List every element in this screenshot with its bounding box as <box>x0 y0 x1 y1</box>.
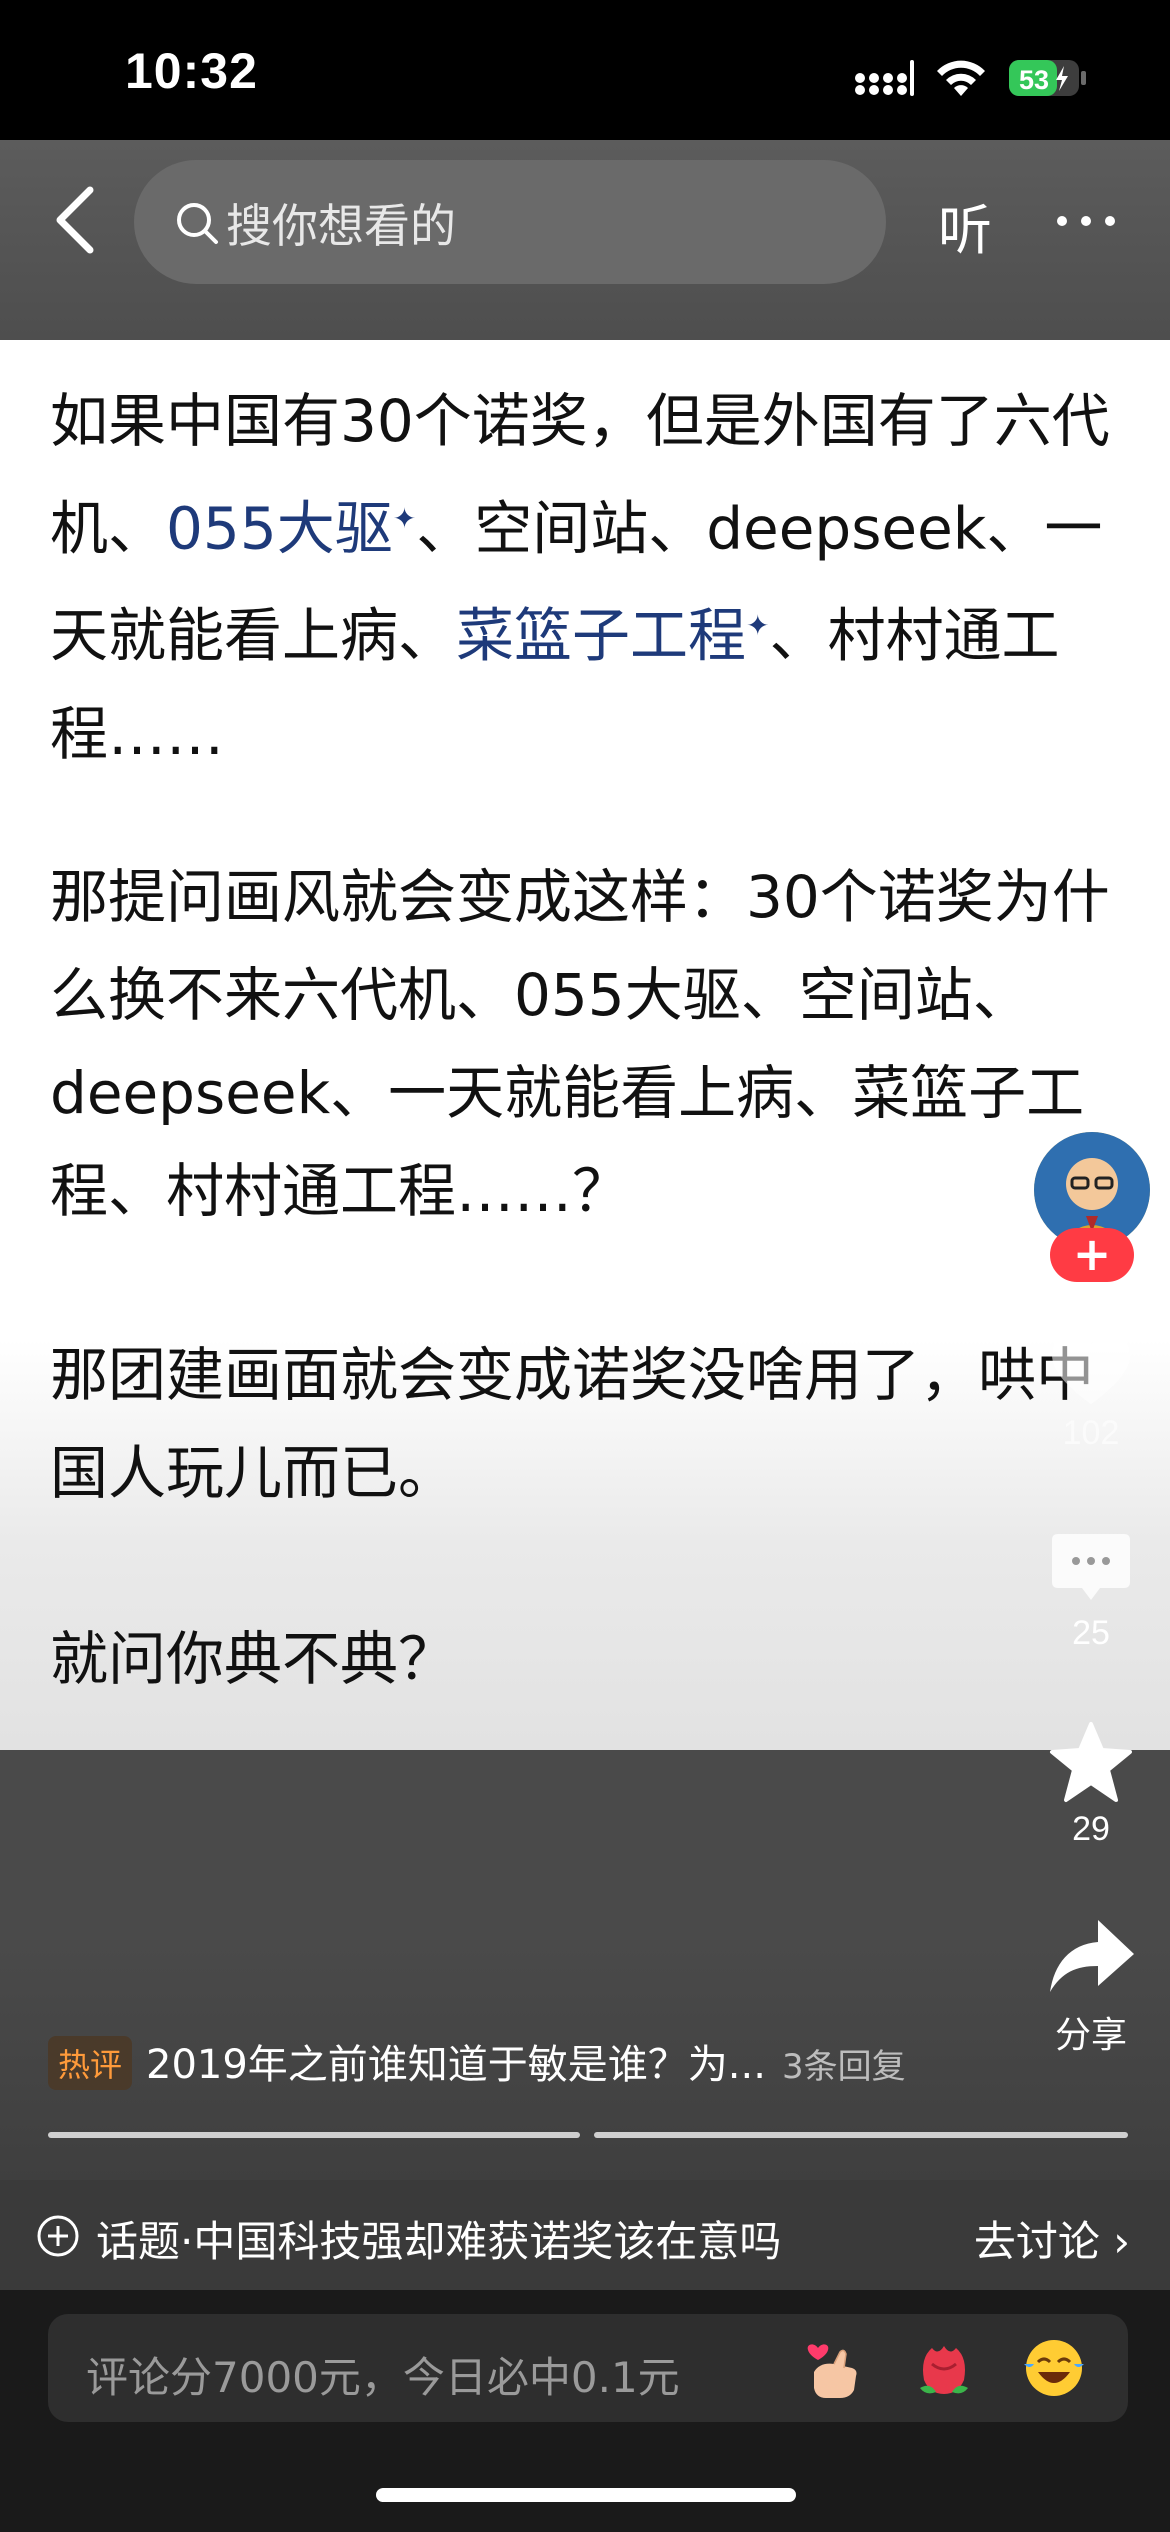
topic-bar[interactable]: 话题·中国科技强却难获诺奖该在意吗 去讨论 › <box>0 2180 1170 2290</box>
paragraph-2: 那提问画风就会变成这样：30个诺奖为什么换不来六代机、055大驱、空间站、dee… <box>50 863 1110 1225</box>
wifi-icon <box>937 60 985 96</box>
progress-segment-2 <box>594 2132 1128 2138</box>
laughing-crying-emoji-icon[interactable] <box>1020 2334 1088 2402</box>
star-icon <box>1050 1722 1132 1802</box>
back-arrow-icon[interactable] <box>48 180 108 260</box>
battery-icon: 53 <box>1008 58 1088 98</box>
listen-button[interactable]: 听 <box>938 186 992 265</box>
link-055[interactable]: 055大驱 <box>166 494 393 562</box>
article-content: 如果中国有30个诺奖，但是外国有了六代机、055大驱✦、空间站、deepseek… <box>0 340 1170 1750</box>
search-icon <box>177 203 218 244</box>
favorite-count: 29 <box>1072 1810 1110 1848</box>
search-placeholder: 搜你想看的 <box>226 199 456 253</box>
share-arrow-icon <box>1050 1920 1134 1992</box>
share-button[interactable]: 分享 <box>1026 1916 1156 2058</box>
heart-icon <box>1052 1334 1130 1404</box>
comment-button[interactable]: 25 <box>1026 1530 1156 1653</box>
like-button[interactable]: 102 <box>1026 1330 1156 1453</box>
comment-placeholder: 评论分7000元，今日必中0.1元 <box>86 2353 680 2402</box>
go-discuss-link[interactable]: 去讨论 › <box>974 2208 1130 2269</box>
link-vegetable-basket[interactable]: 菜篮子工程 <box>456 602 746 670</box>
home-indicator <box>376 2488 796 2502</box>
hot-comment-badge: 热评 <box>48 2036 133 2090</box>
battery-level: 53 <box>1019 65 1049 95</box>
status-time: 10:32 <box>125 43 258 99</box>
hot-comment[interactable]: 热评 2019年之前谁知道于敏是谁？为... 3条回复 <box>48 2030 1008 2100</box>
share-label: 分享 <box>1054 2014 1127 2055</box>
sparkle-icon: ✦ <box>746 609 770 643</box>
hot-comment-replies: 3条回复 <box>781 2047 906 2087</box>
finger-heart-emoji-icon[interactable] <box>800 2334 868 2402</box>
more-options-icon[interactable] <box>1054 206 1118 236</box>
add-circle-icon <box>37 2215 79 2257</box>
cellular-signal-icon <box>855 60 914 96</box>
comment-count: 25 <box>1072 1614 1110 1652</box>
progress-segment-1 <box>48 2132 580 2138</box>
comment-input[interactable]: 评论分7000元，今日必中0.1元 <box>48 2314 1128 2422</box>
comment-bubble-icon <box>1052 1534 1130 1600</box>
rose-emoji-icon[interactable] <box>910 2334 978 2402</box>
follow-button[interactable]: + <box>1050 1228 1134 1282</box>
paragraph-1: 如果中国有30个诺奖，但是外国有了六代机、055大驱✦、空间站、deepseek… <box>50 387 1110 768</box>
like-count: 102 <box>1062 1414 1120 1452</box>
paragraph-3: 那团建画面就会变成诺奖没啥用了，哄中国人玩儿而已。 <box>50 1341 1095 1507</box>
paragraph-4: 就问你典不典？ <box>50 1625 457 1693</box>
favorite-button[interactable]: 29 <box>1026 1720 1156 1849</box>
status-bar: 10:32 53 <box>0 0 1170 140</box>
hot-comment-text: 2019年之前谁知道于敏是谁？为... <box>146 2042 766 2088</box>
sparkle-icon: ✦ <box>392 502 417 535</box>
topic-text: 话题·中国科技强却难获诺奖该在意吗 <box>96 2217 782 2266</box>
search-input[interactable]: 搜你想看的 <box>134 160 886 284</box>
